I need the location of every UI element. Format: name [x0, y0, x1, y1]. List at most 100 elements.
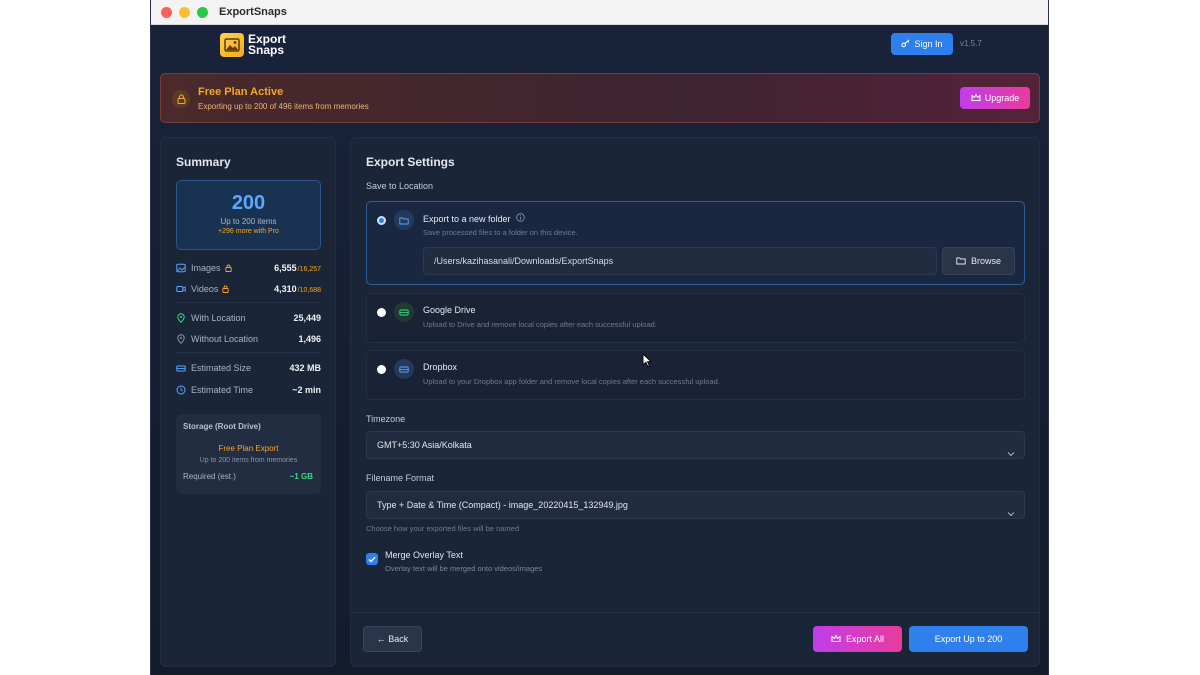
maximize-window-button[interactable]	[197, 6, 208, 18]
clock-icon	[176, 385, 186, 395]
summary-row-value: 6,555/16,257	[274, 263, 321, 273]
app-header: Export Snaps Sign In v1.5.7	[151, 25, 1048, 69]
filename-format-select[interactable]: Type + Date & Time (Compact) - image_202…	[366, 491, 1025, 519]
crown-icon	[971, 92, 981, 104]
lock-icon	[222, 285, 230, 293]
merge-overlay-desc: Overlay text will be merged onto videos/…	[385, 564, 543, 573]
crown-icon	[831, 633, 841, 645]
drive-icon	[176, 363, 186, 373]
footer-divider	[351, 612, 1039, 613]
images-max: /16,257	[297, 266, 321, 273]
summary-row-videos: Videos 4,310/10,688	[176, 282, 321, 296]
upgrade-label: Upgrade	[984, 93, 1020, 103]
save-location-label: Save to Location	[366, 181, 434, 191]
app-logo: Export Snaps	[220, 33, 286, 57]
info-icon[interactable]	[515, 213, 525, 224]
summary-row-value: 1,496	[298, 334, 321, 344]
option-name: Google Drive	[423, 305, 476, 315]
summary-row-label: Estimated Size	[191, 363, 252, 373]
summary-row-label: With Location	[191, 313, 246, 323]
export-count: 200	[231, 192, 266, 214]
version-label: v1.5.7	[960, 39, 982, 48]
filename-format-label: Filename Format	[366, 473, 435, 483]
summary-row-value: 25,449	[293, 313, 321, 323]
browse-label: Browse	[970, 256, 1001, 266]
timezone-value: GMT+5:30 Asia/Kolkata	[377, 440, 472, 450]
storage-required-label: Required (est.)	[183, 472, 236, 481]
settings-title: Export Settings	[366, 155, 455, 169]
summary-title: Summary	[176, 155, 231, 169]
option-description: Save processed files to a folder on this…	[423, 228, 578, 237]
option-new-folder[interactable]: Export to a new folder Save processed fi…	[366, 201, 1025, 285]
app-window: ExportSnaps Export Snaps Sign In v1.5.7	[150, 0, 1049, 675]
storage-required-value: ~1 GB	[289, 472, 313, 481]
pro-more-text: +296 more with Pro	[218, 228, 279, 235]
mouse-cursor-icon	[642, 353, 652, 368]
sign-in-label: Sign In	[914, 39, 943, 49]
divider	[176, 302, 321, 303]
summary-row-label: Images	[191, 263, 221, 273]
option-name: Dropbox	[423, 362, 458, 372]
checkmark-icon	[368, 556, 376, 563]
timezone-select[interactable]: GMT+5:30 Asia/Kolkata	[366, 431, 1025, 459]
free-plan-banner: Free Plan Active Exporting up to 200 of …	[160, 73, 1040, 123]
summary-row-estimated-time: Estimated Time ~2 min	[176, 383, 321, 397]
upgrade-button[interactable]: Upgrade	[960, 87, 1030, 109]
logo-text: Export Snaps	[248, 33, 286, 57]
key-icon	[901, 38, 910, 50]
location-pin-icon	[176, 313, 186, 323]
images-value: 6,555	[274, 263, 297, 273]
summary-row-value: 432 MB	[289, 363, 321, 373]
storage-title: Storage (Root Drive)	[183, 422, 261, 431]
chevron-down-icon	[1007, 441, 1015, 467]
location-off-icon	[176, 334, 186, 344]
back-button[interactable]: ← Back	[363, 626, 422, 652]
new-folder-label: Export to a new folder	[423, 213, 511, 224]
storage-plan: Free Plan Export	[218, 444, 279, 453]
export-count-card: 200 Up to 200 items +296 more with Pro	[176, 180, 321, 250]
new-folder-radio[interactable]	[377, 216, 386, 225]
logo-image-icon	[220, 33, 244, 57]
minimize-window-button[interactable]	[179, 6, 190, 18]
merge-overlay-checkbox[interactable]	[366, 553, 378, 565]
merge-overlay-label: Merge Overlay Text	[385, 550, 463, 560]
option-dropbox[interactable]: Dropbox Upload to your Dropbox app folde…	[366, 350, 1025, 400]
banner-subtitle: Exporting up to 200 of 496 items from me…	[198, 102, 369, 111]
browse-button[interactable]: Browse	[942, 247, 1015, 275]
summary-panel: Summary 200 Up to 200 items +296 more wi…	[160, 137, 336, 667]
window-title: ExportSnaps	[219, 6, 287, 18]
folder-open-icon	[956, 256, 966, 267]
lock-icon	[224, 264, 232, 272]
google-drive-radio[interactable]	[377, 308, 386, 317]
title-bar: ExportSnaps	[151, 0, 1048, 25]
export-up-to-200-button[interactable]: Export Up to 200	[909, 626, 1028, 652]
folder-path-input[interactable]: /Users/kazihasanali/Downloads/ExportSnap…	[423, 247, 937, 275]
logo-text-line2: Snaps	[248, 43, 285, 57]
videos-max: /10,688	[297, 287, 321, 294]
export-settings-panel: Export Settings Save to Location Export …	[350, 137, 1040, 667]
dropbox-radio[interactable]	[377, 365, 386, 374]
export-all-button[interactable]: Export All	[813, 626, 902, 652]
timezone-label: Timezone	[366, 414, 406, 424]
filename-format-value: Type + Date & Time (Compact) - image_202…	[377, 500, 628, 510]
close-window-button[interactable]	[161, 6, 172, 18]
sign-in-button[interactable]: Sign In	[891, 33, 953, 55]
option-name: Export to a new folder	[423, 213, 525, 224]
export-count-sub: Up to 200 items	[220, 217, 277, 226]
summary-row-images: Images 6,555/16,257	[176, 261, 321, 275]
summary-row-estimated-size: Estimated Size 432 MB	[176, 361, 321, 375]
export-all-label: Export All	[845, 634, 885, 644]
video-icon	[176, 284, 186, 294]
summary-row-without-location: Without Location 1,496	[176, 332, 321, 346]
storage-card: Storage (Root Drive) Free Plan Export Up…	[176, 414, 321, 494]
videos-value: 4,310	[274, 284, 297, 294]
summary-row-with-location: With Location 25,449	[176, 311, 321, 325]
option-description: Upload to Drive and remove local copies …	[423, 320, 657, 329]
lock-icon	[172, 90, 190, 108]
summary-row-value: 4,310/10,688	[274, 284, 321, 294]
storage-plan-sub: Up to 200 items from memories	[199, 457, 298, 464]
divider	[176, 352, 321, 353]
summary-row-label: Without Location	[191, 334, 259, 344]
option-google-drive[interactable]: Google Drive Upload to Drive and remove …	[366, 293, 1025, 343]
cloud-drive-icon	[394, 302, 414, 322]
